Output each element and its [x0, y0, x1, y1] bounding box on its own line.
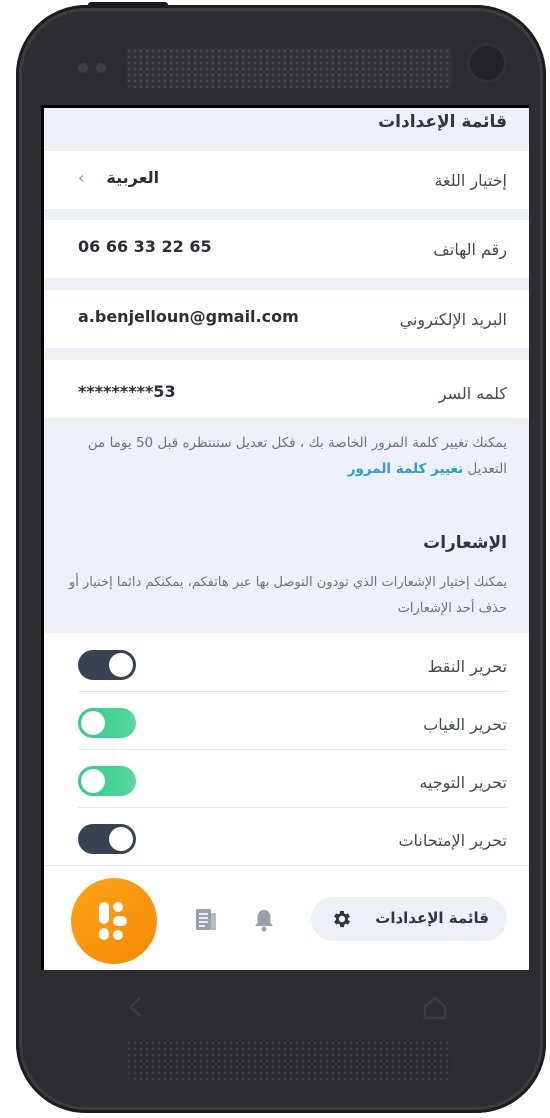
language-selected: العربية — [106, 168, 160, 187]
change-password-link[interactable]: تغيير كلمة المرور — [348, 461, 463, 477]
notification-toggle[interactable] — [78, 824, 136, 854]
email-label: البريد الإلكتروني — [399, 310, 507, 329]
sensor-dot — [96, 63, 106, 73]
toggle-label: تحرير التوجيه — [419, 773, 507, 792]
toggle-label: تحرير الإمتحانات — [398, 831, 507, 850]
notification-toggle[interactable] — [78, 650, 136, 680]
bottom-speaker-grille — [126, 1040, 452, 1080]
email-value: a.benjelloun@gmail.com — [78, 307, 299, 326]
phone-screen: قائمة الإعدادات إختيار اللغة ‹ العربية ر… — [41, 105, 529, 970]
list-item: تحرير الغياب — [78, 691, 507, 750]
password-note: يمكنك تغيير كلمة المرور الخاصة بك ، فكل … — [66, 430, 507, 482]
toggle-knob — [109, 653, 133, 677]
language-label: إختيار اللغة — [434, 171, 507, 190]
toggle-knob — [81, 711, 105, 735]
notification-toggle[interactable] — [78, 766, 136, 796]
back-icon[interactable] — [125, 992, 145, 1022]
front-camera — [467, 43, 507, 83]
notifications-description: يمكنك إختيار الإشعارات الذي تودون التوصل… — [68, 575, 507, 616]
settings-app: قائمة الإعدادات إختيار اللغة ‹ العربية ر… — [44, 108, 529, 970]
page-title: قائمة الإعدادات — [378, 112, 507, 132]
chevron-left-icon: ‹ — [78, 168, 85, 187]
toggle-label: تحرير النقط — [427, 657, 507, 676]
toggle-label: تحرير الغياب — [423, 715, 507, 734]
home-icon[interactable] — [422, 995, 448, 1021]
password-row[interactable]: كلمه السر *********53 — [44, 360, 529, 418]
language-value[interactable]: ‹ العربية — [78, 168, 159, 187]
app-logo-button[interactable] — [71, 878, 157, 964]
document-icon[interactable] — [195, 908, 217, 936]
password-value: *********53 — [78, 382, 176, 401]
notifications-list: تحرير النقط تحرير الغياب تحرير التوجيه ت… — [44, 633, 529, 865]
email-row[interactable]: البريد الإلكتروني a.benjelloun@gmail.com — [44, 290, 529, 348]
list-item: تحرير الإمتحانات — [78, 807, 507, 865]
list-item: تحرير التوجيه — [78, 749, 507, 808]
phone-label: رقم الهاتف — [433, 240, 507, 259]
notification-toggle[interactable] — [78, 708, 136, 738]
tab-settings[interactable]: قائمة الإعدادات — [311, 897, 507, 941]
bottom-nav-divider — [44, 865, 529, 866]
notifications-title: الإشعارات — [423, 533, 507, 553]
gear-icon — [334, 910, 350, 928]
top-speaker-grille — [126, 48, 452, 88]
list-item: تحرير النقط — [78, 633, 507, 692]
bell-icon[interactable] — [253, 908, 275, 936]
phone-row[interactable]: رقم الهاتف 06 66 33 22 65 — [44, 220, 529, 278]
toggle-knob — [81, 769, 105, 793]
toggle-knob — [109, 827, 133, 851]
password-label: كلمه السر — [438, 384, 507, 403]
app-logo-icon — [99, 902, 127, 940]
language-row[interactable]: إختيار اللغة ‹ العربية — [44, 151, 529, 209]
phone-side-button — [88, 2, 168, 8]
phone-value: 06 66 33 22 65 — [78, 237, 212, 256]
tab-settings-label: قائمة الإعدادات — [375, 909, 489, 927]
sensor-dot — [78, 63, 88, 73]
